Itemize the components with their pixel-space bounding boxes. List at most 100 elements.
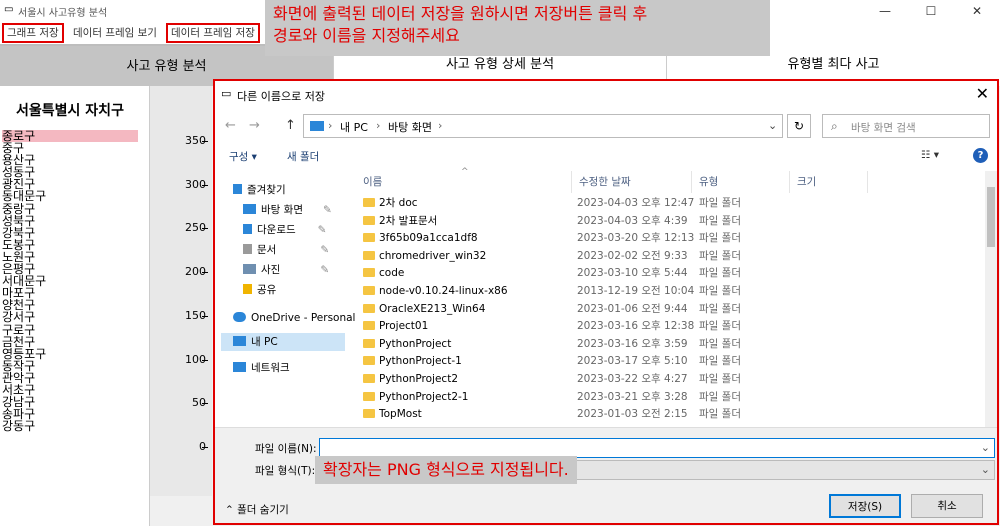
nav-pictures[interactable]: 사진 ✎ [243, 261, 329, 279]
y-tick-mark [202, 447, 208, 448]
district-list[interactable]: 종로구 중구 용산구 성동구 광진구 동대문구 중랑구 성북구 강북구 도봉구 노원구 은평구 서대문구… [2, 130, 138, 432]
nav-downloads[interactable]: 다운로드 ✎ [243, 221, 326, 239]
filename-input[interactable]: ⌄ [319, 438, 995, 458]
minimize-button[interactable]: — [862, 0, 908, 22]
breadcrumb-thispc[interactable]: 내 PC [340, 119, 368, 135]
district-item[interactable]: 중랑구 [2, 203, 138, 215]
file-date: 2023-04-03 오후 12:47 [577, 197, 695, 209]
file-row[interactable]: 3f65b09a1cca1df8 2023-03-20 오후 12:13 파일 폴더 [353, 230, 973, 248]
nav-label: 바탕 화면 [261, 204, 303, 216]
y-tick-mark [202, 228, 208, 230]
hide-folders-toggle[interactable]: ⌃ 폴더 숨기기 [225, 502, 289, 517]
folder-icon [363, 198, 375, 207]
view-options-button[interactable]: ☷ ▾ [921, 149, 939, 161]
nav-thispc[interactable]: 내 PC [221, 333, 345, 351]
district-item[interactable]: 강서구 [2, 311, 138, 323]
file-name: PythonProject [363, 336, 451, 354]
file-row[interactable]: Project01 2023-03-16 오후 12:38 파일 폴더 [353, 318, 973, 336]
file-row[interactable]: code 2023-03-10 오후 5:44 파일 폴더 [353, 265, 973, 283]
search-input[interactable]: ⌕ 바탕 화면 검색 [822, 114, 990, 138]
close-button[interactable]: ✕ [954, 0, 1000, 22]
nav-label: 공유 [257, 284, 277, 296]
file-row[interactable]: 2차 발표문서 2023-04-03 오후 4:39 파일 폴더 [353, 213, 973, 231]
file-name-text: 2차 발표문서 [379, 214, 438, 227]
breadcrumb-desktop[interactable]: 바탕 화면 [388, 119, 432, 135]
nav-desktop[interactable]: 바탕 화면 ✎ [243, 201, 332, 219]
district-item[interactable]: 동대문구 [2, 190, 138, 202]
file-row[interactable]: node-v0.10.24-linux-x86 2013-12-19 오전 10:… [353, 283, 973, 301]
file-date: 2023-04-03 오후 4:39 [577, 214, 688, 227]
file-name: 2차 발표문서 [363, 213, 437, 231]
district-item[interactable]: 구로구 [2, 323, 138, 336]
file-name-text: PythonProject2-1 [379, 390, 469, 403]
file-name-text: node-v0.10.24-linux-x86 [379, 285, 508, 297]
new-folder-button[interactable]: 새 폴더 [287, 149, 319, 164]
district-item[interactable]: 강동구 [2, 420, 138, 432]
column-size[interactable]: 크기 [797, 171, 816, 193]
file-name-text: OracleXE213_Win64 [379, 302, 486, 315]
refresh-button[interactable]: ↻ [787, 114, 811, 138]
y-tick-mark [202, 272, 208, 274]
column-divider [789, 171, 790, 193]
desktop-icon [243, 204, 256, 214]
file-row[interactable]: PythonProject2-1 2023-03-21 오후 3:28 파일 폴더 [353, 389, 973, 407]
file-name-text: PythonProject2 [379, 373, 459, 385]
back-arrow-icon[interactable]: ← [225, 118, 236, 133]
app-icon: ▭ [4, 4, 14, 15]
nav-label: 내 PC [251, 336, 278, 348]
file-row[interactable]: chromedriver_win32 2023-02-02 오전 9:33 파일 폴… [353, 248, 973, 266]
chevron-down-icon[interactable]: ⌄ [768, 119, 777, 132]
dialog-title: 다른 이름으로 저장 [237, 90, 325, 103]
file-row[interactable]: OracleXE213_Win64 2023-01-06 오전 9:44 파일 폴더 [353, 301, 973, 319]
cancel-button[interactable]: 취소 [911, 494, 983, 518]
menu-view-dataframe[interactable]: 데이터 프레임 보기 [70, 25, 160, 41]
help-icon[interactable]: ? [973, 148, 988, 163]
chevron-right-icon: › [376, 119, 381, 132]
file-type: 파일 폴더 [699, 373, 741, 385]
district-item[interactable]: 금천구 [2, 336, 138, 348]
file-row[interactable]: PythonProject2 2023-03-22 오후 4:27 파일 폴더 [353, 371, 973, 389]
file-date: 2023-03-20 오후 12:13 [577, 232, 695, 245]
forward-arrow-icon[interactable]: → [249, 118, 260, 133]
pin-icon: ✎ [317, 224, 327, 236]
nav-network[interactable]: 네트워크 [233, 359, 290, 377]
file-type: 파일 폴더 [699, 232, 741, 245]
chevron-down-icon[interactable]: ⌄ [981, 441, 990, 454]
nav-documents[interactable]: 문서 ✎ [243, 241, 329, 259]
maximize-button[interactable]: ☐ [908, 0, 954, 22]
file-row[interactable]: PythonProject 2023-03-16 오후 3:59 파일 폴더 [353, 336, 973, 354]
file-name-text: 2차 doc [379, 197, 418, 209]
up-arrow-icon[interactable]: ↑ [285, 118, 296, 133]
address-bar[interactable]: › 내 PC › 바탕 화면 › ⌄ [303, 114, 783, 138]
file-type: 파일 폴더 [699, 249, 741, 262]
dialog-titlebar: ▭ 다른 이름으로 저장 ✕ [215, 81, 997, 109]
filetype-label: 파일 형식(T): [255, 465, 316, 477]
nav-label: 문서 [257, 244, 277, 256]
dialog-close-icon[interactable]: ✕ [976, 84, 989, 103]
district-item[interactable]: 성북구 [2, 215, 138, 227]
column-name[interactable]: 이름 [363, 171, 382, 193]
column-modified[interactable]: 수정한 날짜 [579, 171, 631, 193]
menu-save-dataframe[interactable]: 데이터 프레임 저장 [166, 23, 260, 43]
organize-button[interactable]: 구성 ▾ [229, 149, 257, 164]
nav-share[interactable]: 공유 [243, 281, 276, 299]
file-row[interactable]: TopMost 2023-01-03 오전 2:15 파일 폴더 [353, 406, 973, 424]
nav-label: OneDrive - Personal [251, 312, 356, 324]
file-list-scrollbar[interactable] [985, 171, 997, 427]
nav-label: 즐겨찾기 [247, 184, 286, 196]
file-row[interactable]: PythonProject-1 2023-03-17 오후 5:10 파일 폴더 [353, 353, 973, 371]
file-name: PythonProject2-1 [363, 389, 468, 407]
file-type: 파일 폴더 [699, 197, 741, 209]
chevron-down-icon[interactable]: ⌄ [981, 463, 990, 476]
folder-icon [363, 356, 375, 366]
column-type[interactable]: 유형 [699, 171, 718, 193]
district-item[interactable]: 영등포구 [2, 348, 138, 360]
chevron-right-icon: › [328, 119, 333, 132]
scrollbar-thumb[interactable] [987, 187, 995, 247]
file-row[interactable]: 2차 doc 2023-04-03 오후 12:47 파일 폴더 [353, 195, 973, 213]
menu-save-graph[interactable]: 그래프 저장 [2, 23, 64, 43]
nav-onedrive[interactable]: OneDrive - Personal [233, 309, 355, 327]
nav-quick-access[interactable]: 즐겨찾기 [233, 181, 286, 199]
save-button[interactable]: 저장(S) [829, 494, 901, 518]
district-panel: 서울특별시 자치구 종로구 중구 용산구 성동구 광진구 동대문구 중랑구 성북구 강북구 도봉구… [0, 86, 150, 526]
